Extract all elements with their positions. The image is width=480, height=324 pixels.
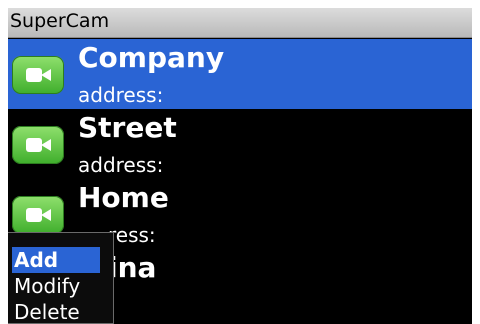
contact-name: Home	[78, 181, 169, 214]
contact-row-street[interactable]: Street address:	[8, 109, 472, 179]
contact-address-label: ress:	[108, 223, 156, 247]
contact-name: Street	[78, 111, 177, 144]
device-screen: SuperCam Company address: Street address…	[8, 8, 472, 324]
menu-item-modify[interactable]: Modify	[8, 273, 112, 299]
contact-name: Company	[78, 41, 225, 74]
context-menu: Add Modify Delete	[8, 232, 114, 324]
video-camera-icon	[12, 126, 64, 164]
contact-address-label: address:	[78, 83, 164, 107]
menu-item-add[interactable]: Add	[12, 247, 100, 273]
app-title: SuperCam	[10, 10, 110, 32]
menu-item-delete[interactable]: Delete	[8, 299, 112, 324]
video-camera-icon	[12, 196, 64, 234]
contact-address-label: address:	[78, 153, 164, 177]
contact-row-company[interactable]: Company address:	[8, 39, 472, 109]
title-bar: SuperCam	[8, 8, 472, 38]
contact-name: ina	[108, 251, 157, 284]
video-camera-icon	[12, 56, 64, 94]
